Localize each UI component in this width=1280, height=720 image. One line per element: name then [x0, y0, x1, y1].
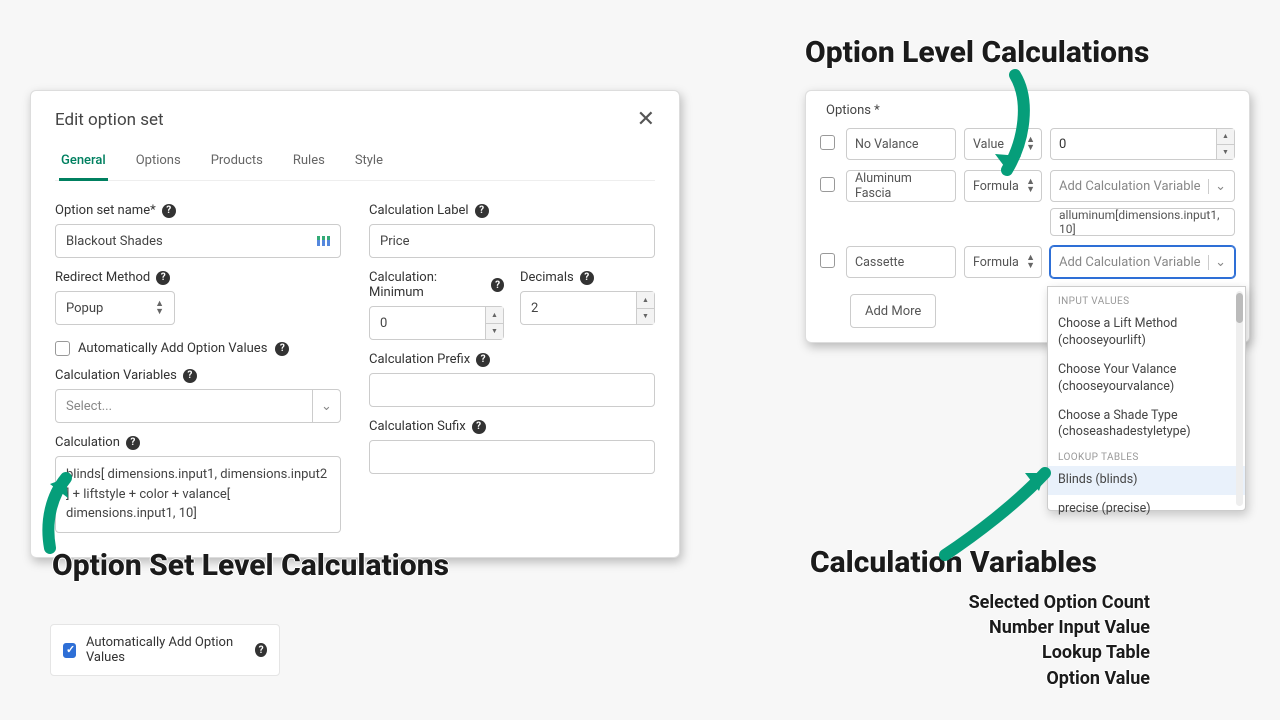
help-icon[interactable]: ?	[126, 436, 140, 450]
option-row: Cassette Formula▲▼ Add Calculation Varia…	[820, 246, 1235, 278]
step-down-icon[interactable]: ▼	[486, 324, 503, 340]
option-checkbox[interactable]	[820, 177, 835, 192]
calc-label-input[interactable]: Price	[369, 224, 655, 258]
help-icon[interactable]: ?	[162, 204, 176, 218]
help-icon[interactable]: ?	[472, 420, 486, 434]
auto-add-checkbox-checked[interactable]	[63, 643, 76, 658]
close-icon[interactable]: ✕	[637, 109, 655, 131]
dropdown-item[interactable]: Blinds (blinds)	[1048, 466, 1245, 495]
chevron-down-icon: ⌄	[1208, 179, 1226, 194]
option-name-input[interactable]: Cassette	[846, 246, 956, 278]
step-up-icon[interactable]: ▲	[1217, 129, 1234, 145]
annotation-option-set-level: Option Set Level Calculations	[52, 548, 449, 583]
calc-prefix-label: Calculation Prefix?	[369, 352, 655, 367]
dropdown-item[interactable]: Choose Your Valance (chooseyourvalance)	[1048, 356, 1245, 402]
chart-bars-icon	[317, 236, 330, 246]
auto-add-label: Automatically Add Option Values	[86, 635, 245, 665]
help-icon[interactable]: ?	[255, 643, 267, 657]
tab-general[interactable]: General	[59, 145, 108, 181]
option-formula-select-focused[interactable]: Add Calculation Variable⌄	[1050, 246, 1235, 278]
dropdown-item[interactable]: Choose a Lift Method (chooseyourlift)	[1048, 310, 1245, 356]
annotation-sublist: Selected Option Count Number Input Value…	[910, 590, 1150, 691]
help-icon[interactable]: ?	[475, 204, 489, 218]
calc-vars-label: Calculation Variables?	[55, 368, 341, 383]
calc-suffix-input[interactable]	[369, 440, 655, 474]
calc-dec-label: Decimals?	[520, 270, 655, 285]
dialog-tabs: General Options Products Rules Style	[55, 145, 655, 181]
tab-options[interactable]: Options	[134, 145, 183, 180]
step-down-icon[interactable]: ▼	[1217, 145, 1234, 160]
dialog-title: Edit option set	[55, 110, 164, 130]
chevron-down-icon: ⌄	[1208, 255, 1226, 270]
calc-variable-dropdown: INPUT VALUES Choose a Lift Method (choos…	[1047, 286, 1246, 511]
tab-products[interactable]: Products	[209, 145, 265, 180]
add-more-button[interactable]: Add More	[850, 294, 936, 328]
auto-add-checkbox[interactable]	[55, 341, 70, 356]
calc-min-label: Calculation: Minimum?	[369, 270, 504, 300]
option-set-name-label: Option set name*?	[55, 203, 341, 218]
annotation-option-level: Option Level Calculations	[805, 35, 1149, 70]
calc-prefix-input[interactable]	[369, 373, 655, 407]
step-up-icon[interactable]: ▲	[486, 307, 503, 324]
chevron-down-icon: ⌄	[312, 390, 340, 422]
dropdown-item[interactable]: precise (precise)	[1048, 495, 1245, 524]
redirect-method-label: Redirect Method?	[55, 270, 341, 285]
help-icon[interactable]: ?	[156, 271, 170, 285]
dropdown-group-header: LOOKUP TABLES	[1048, 447, 1245, 466]
calculation-label: Calculation?	[55, 435, 341, 450]
help-icon[interactable]: ?	[476, 353, 490, 367]
step-down-icon[interactable]: ▼	[637, 309, 654, 325]
calc-suffix-label: Calculation Sufix?	[369, 419, 655, 434]
tab-style[interactable]: Style	[353, 145, 385, 180]
option-set-name-input[interactable]: Blackout Shades	[55, 224, 341, 258]
help-icon[interactable]: ?	[580, 271, 594, 285]
calc-label-label: Calculation Label?	[369, 203, 655, 218]
arrow-icon	[40, 470, 100, 560]
auto-add-row[interactable]: Automatically Add Option Values ?	[55, 341, 341, 356]
scrollbar[interactable]	[1236, 291, 1243, 506]
arrow-icon	[935, 455, 1065, 565]
step-up-icon[interactable]: ▲	[637, 292, 654, 309]
option-checkbox[interactable]	[820, 253, 835, 268]
option-name-input[interactable]: Aluminum Fascia	[846, 170, 956, 202]
option-checkbox[interactable]	[820, 135, 835, 150]
edit-option-set-dialog: Edit option set ✕ General Options Produc…	[30, 90, 680, 558]
help-icon[interactable]: ?	[183, 369, 197, 383]
help-icon[interactable]: ?	[275, 342, 289, 356]
option-type-select[interactable]: Formula▲▼	[964, 246, 1042, 278]
calc-dec-input[interactable]: 2 ▲▼	[520, 291, 655, 325]
auto-add-label: Automatically Add Option Values	[78, 341, 267, 356]
option-formula-select[interactable]: Add Calculation Variable⌄	[1050, 170, 1235, 202]
help-icon[interactable]: ?	[491, 278, 504, 292]
tab-rules[interactable]: Rules	[291, 145, 327, 180]
option-value-input[interactable]: 0 ▲▼	[1050, 128, 1235, 160]
option-name-input[interactable]: No Valance	[846, 128, 956, 160]
calc-vars-select[interactable]: Select... ⌄	[55, 389, 341, 423]
option-formula-value[interactable]: alluminum[dimensions.input1, 10]	[1050, 208, 1235, 236]
calc-min-input[interactable]: 0 ▲▼	[369, 306, 504, 340]
arrow-icon	[985, 70, 1045, 190]
dropdown-item[interactable]: Choose a Shade Type (choseashadestyletyp…	[1048, 402, 1245, 448]
auto-add-standalone[interactable]: Automatically Add Option Values ?	[50, 624, 280, 676]
redirect-method-select[interactable]: Popup▲▼	[55, 291, 175, 325]
dropdown-group-header: INPUT VALUES	[1048, 291, 1245, 310]
